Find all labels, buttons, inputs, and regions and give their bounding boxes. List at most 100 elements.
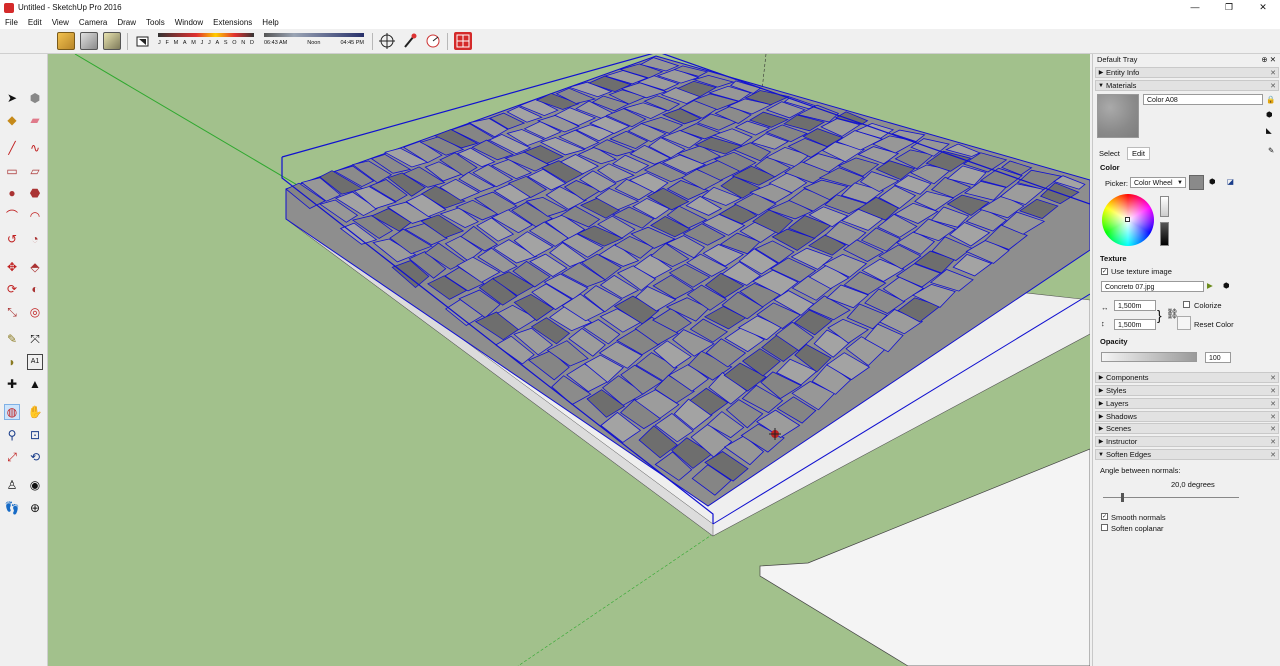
panel-components[interactable]: ▶ Components ✕: [1095, 372, 1279, 383]
close-icon[interactable]: ✕: [1270, 438, 1276, 446]
maximize-button[interactable]: ❐: [1212, 0, 1246, 15]
paint-bucket-icon[interactable]: ◆: [4, 112, 20, 128]
smooth-normals-checkbox[interactable]: ✓: [1101, 513, 1108, 520]
zoom-icon[interactable]: ⚲: [4, 427, 20, 443]
protractor-tool-icon[interactable]: ◗: [4, 354, 20, 370]
match-color-screen-icon[interactable]: ◪: [1227, 177, 1234, 186]
zoom-window-icon[interactable]: ⊡: [27, 427, 43, 443]
close-button[interactable]: ✕: [1246, 0, 1280, 15]
panel-scenes[interactable]: ▶ Scenes ✕: [1095, 423, 1279, 434]
shadow-toggle-button[interactable]: [134, 32, 152, 50]
walk-icon[interactable]: 👣: [4, 500, 20, 516]
3d-text-icon[interactable]: ▲: [27, 376, 43, 392]
arc-icon[interactable]: ⌒: [4, 208, 20, 224]
extension-warehouse-icon[interactable]: [103, 32, 121, 50]
menu-window[interactable]: Window: [170, 18, 208, 27]
dimension-icon[interactable]: ⤧: [27, 331, 43, 347]
menu-edit[interactable]: Edit: [23, 18, 47, 27]
sandbox-smoove-button[interactable]: [401, 32, 419, 50]
position-camera-button[interactable]: [378, 32, 396, 50]
tab-edit[interactable]: Edit: [1127, 147, 1150, 160]
ruby-console-button[interactable]: [454, 32, 472, 50]
texture-width-field[interactable]: 1,500m: [1114, 300, 1156, 311]
close-icon[interactable]: ✕: [1270, 400, 1276, 408]
orbit-icon[interactable]: ◍: [4, 404, 20, 420]
position-camera-icon[interactable]: ♙: [4, 477, 20, 493]
tray-pin-close[interactable]: ⊕ ✕: [1261, 54, 1280, 66]
month-slider[interactable]: JFMAMJJASOND: [158, 33, 254, 50]
colorize-checkbox[interactable]: [1183, 301, 1190, 308]
rectangle-icon[interactable]: ▭: [4, 163, 20, 179]
freehand-icon[interactable]: ∿: [27, 140, 43, 156]
panel-styles[interactable]: ▶ Styles ✕: [1095, 385, 1279, 396]
zoom-extents-icon[interactable]: ⤢: [4, 449, 20, 465]
model-viewport[interactable]: [48, 54, 1090, 666]
eraser-icon[interactable]: ▰: [27, 112, 43, 128]
texture-height-field[interactable]: 1,500m: [1114, 319, 1156, 330]
make-component-icon[interactable]: ⬢: [27, 90, 43, 106]
material-swatch[interactable]: [1097, 94, 1139, 138]
menu-tools[interactable]: Tools: [141, 18, 170, 27]
menu-extensions[interactable]: Extensions: [208, 18, 257, 27]
menu-view[interactable]: View: [47, 18, 74, 27]
circle-icon[interactable]: ●: [4, 185, 20, 201]
follow-me-icon[interactable]: ◐: [27, 281, 43, 297]
panel-instructor[interactable]: ▶ Instructor ✕: [1095, 436, 1279, 447]
text-icon[interactable]: A1: [27, 354, 43, 370]
color-wheel[interactable]: [1102, 194, 1154, 246]
opacity-value-field[interactable]: 100: [1205, 352, 1231, 363]
tab-select[interactable]: Select: [1099, 149, 1120, 158]
tape-measure-icon[interactable]: ✎: [4, 331, 20, 347]
pan-hand-icon[interactable]: ✋: [27, 404, 43, 420]
panel-shadows[interactable]: ▶ Shadows ✕: [1095, 411, 1279, 422]
panel-materials[interactable]: ▼ Materials ✕: [1095, 80, 1279, 91]
move-icon[interactable]: ✥: [4, 259, 20, 275]
angle-slider[interactable]: [1103, 493, 1239, 502]
eyedropper-icon[interactable]: ✎: [1268, 146, 1274, 155]
close-icon[interactable]: ✕: [1270, 413, 1276, 421]
reset-color-label[interactable]: Reset Color: [1194, 320, 1234, 329]
close-icon[interactable]: ✕: [1270, 82, 1276, 90]
axes-icon[interactable]: ✚: [4, 376, 20, 392]
menu-draw[interactable]: Draw: [112, 18, 141, 27]
match-color-model-icon[interactable]: ⬢: [1209, 177, 1216, 186]
scale-icon[interactable]: ⤡: [4, 304, 20, 320]
texture-file-field[interactable]: Concreto 07.jpg: [1101, 281, 1204, 292]
offset-icon[interactable]: ◎: [27, 304, 43, 320]
look-around-icon[interactable]: ◉: [27, 477, 43, 493]
close-icon[interactable]: ✕: [1270, 425, 1276, 433]
angle-slider-knob[interactable]: [1121, 493, 1124, 502]
time-slider[interactable]: 06:43 AM Noon 04:45 PM: [264, 33, 364, 50]
close-icon[interactable]: ✕: [1270, 374, 1276, 382]
component-share-icon[interactable]: [80, 32, 98, 50]
pie-icon[interactable]: ◔: [27, 231, 43, 247]
rotated-rectangle-icon[interactable]: ▱: [27, 163, 43, 179]
close-icon[interactable]: ✕: [1270, 451, 1276, 459]
opacity-slider[interactable]: [1101, 352, 1197, 362]
lock-icon[interactable]: 🔒: [1266, 95, 1275, 104]
warehouse-icon[interactable]: [57, 32, 75, 50]
panel-layers[interactable]: ▶ Layers ✕: [1095, 398, 1279, 409]
push-pull-icon[interactable]: ⬘: [27, 259, 43, 275]
browse-folder-icon[interactable]: ▶: [1207, 281, 1213, 290]
section-plane-icon[interactable]: ⊕: [27, 500, 43, 516]
edit-texture-icon[interactable]: ⬢: [1223, 281, 1230, 290]
previous-view-icon[interactable]: ⟲: [27, 449, 43, 465]
select-arrow-icon[interactable]: ➤: [4, 90, 20, 106]
panel-soften-edges[interactable]: ▼ Soften Edges ✕: [1095, 449, 1279, 460]
two-point-arc-icon[interactable]: ◠: [27, 208, 43, 224]
sample-paint-icon[interactable]: ◣: [1266, 126, 1272, 135]
create-material-icon[interactable]: ⬢: [1266, 110, 1273, 119]
close-icon[interactable]: ✕: [1270, 387, 1276, 395]
close-icon[interactable]: ✕: [1270, 69, 1276, 77]
use-texture-checkbox[interactable]: ✓: [1101, 268, 1108, 275]
picker-select[interactable]: Color Wheel ▼: [1130, 177, 1186, 188]
three-point-arc-icon[interactable]: ↺: [4, 231, 20, 247]
panel-entity-info[interactable]: ▶ Entity Info ✕: [1095, 67, 1279, 78]
minimize-button[interactable]: —: [1178, 0, 1212, 15]
reset-color-swatch[interactable]: [1177, 316, 1191, 330]
scene-canvas[interactable]: [48, 54, 1090, 666]
rotate-icon[interactable]: ⟳: [4, 281, 20, 297]
polygon-icon[interactable]: ⬣: [27, 185, 43, 201]
value-slider-dark[interactable]: [1160, 222, 1169, 246]
